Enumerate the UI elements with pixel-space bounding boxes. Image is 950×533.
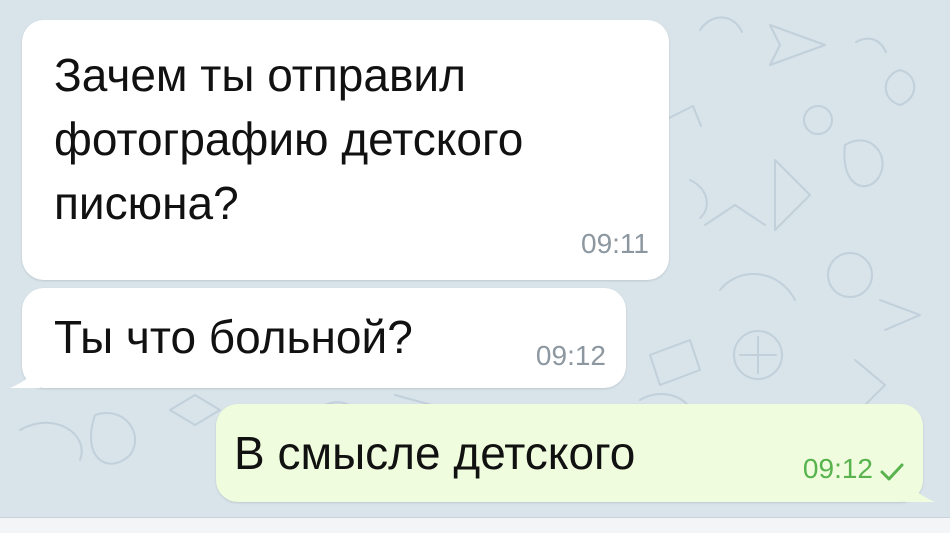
message-timestamp: 09:12 bbox=[535, 340, 606, 371]
incoming-message-bubble[interactable]: Ты что больной? 09:12 bbox=[10, 288, 626, 388]
incoming-message-bubble[interactable]: Зачем ты отправил фотографию детского пи… bbox=[22, 20, 669, 280]
message-text: Зачем ты отправил фотографию детского пи… bbox=[54, 49, 524, 229]
message-timestamp: 09:12 bbox=[802, 453, 873, 484]
single-check-icon bbox=[880, 463, 904, 481]
outgoing-message-bubble[interactable]: В смысле детского 09:12 bbox=[216, 404, 935, 502]
bubble-tail-icon bbox=[10, 364, 40, 388]
message-text: Ты что больной? bbox=[54, 311, 413, 363]
message-text: В смысле детского bbox=[234, 427, 636, 479]
composer-edge bbox=[0, 517, 950, 533]
message-timestamp: 09:11 bbox=[581, 228, 649, 259]
bubble-tail-icon bbox=[905, 478, 935, 502]
